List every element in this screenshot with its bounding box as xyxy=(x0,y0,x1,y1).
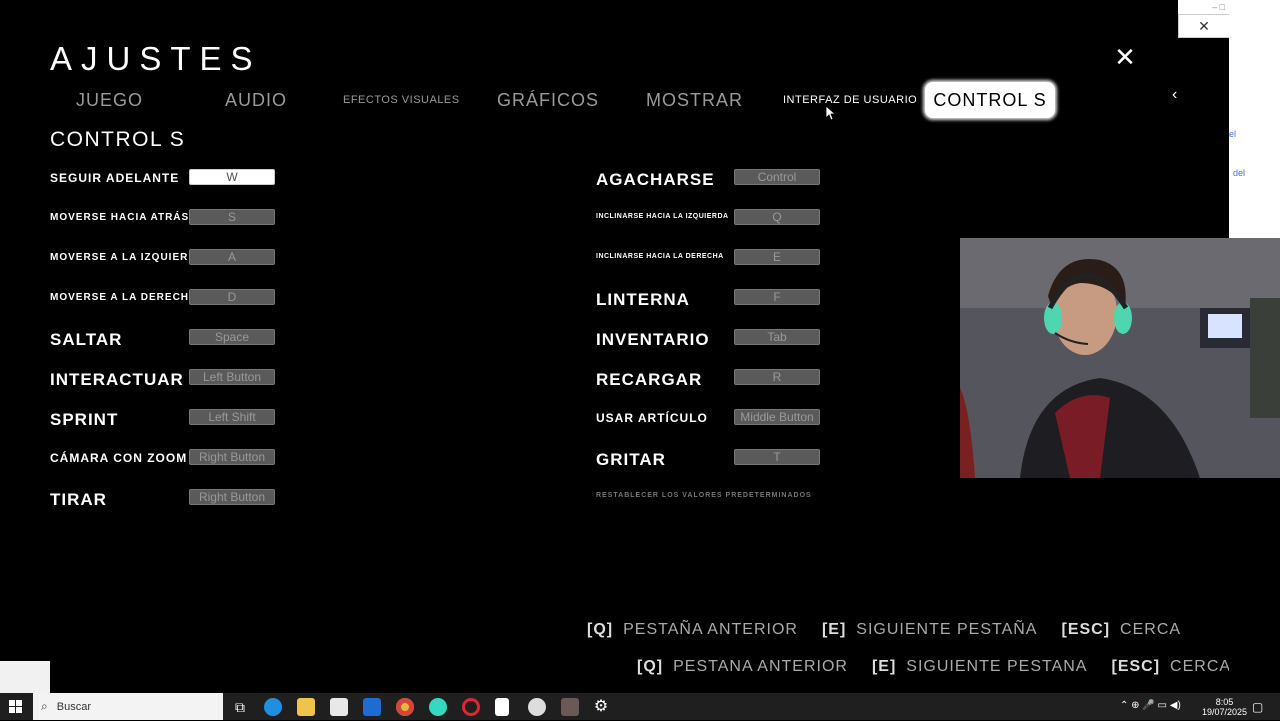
window-titlebar: – □ xyxy=(1178,0,1229,14)
action-label: USAR ARTÍCULO xyxy=(596,411,708,425)
action-label: MOVERSE HACIA ATRÁS xyxy=(50,212,190,223)
key-binding-button[interactable]: Right Button xyxy=(189,449,275,465)
webcam-overlay xyxy=(960,238,1280,478)
section-title: CONTROL S xyxy=(50,128,186,151)
key-binding-button[interactable]: D xyxy=(189,289,275,305)
webcam-person-image xyxy=(960,238,1280,478)
key-binding-button[interactable]: Middle Button xyxy=(734,409,820,425)
key-binding-button[interactable]: Control xyxy=(734,169,820,185)
action-label: TIRAR xyxy=(50,490,107,509)
key-binding-button[interactable]: S xyxy=(189,209,275,225)
chrome-icon[interactable] xyxy=(396,698,414,716)
page-title: AJUSTES xyxy=(50,40,262,77)
clock[interactable]: 8:05 19/07/2025 xyxy=(1202,697,1247,717)
action-label: RECARGAR xyxy=(596,370,703,389)
game-app-icon[interactable] xyxy=(561,698,579,716)
tab-audio[interactable]: AUDIO xyxy=(225,90,287,111)
action-label: SALTAR xyxy=(50,330,123,349)
edge-browser-icon[interactable] xyxy=(264,698,282,716)
key-binding-button[interactable]: Space xyxy=(189,329,275,345)
tab-controls-active[interactable]: CONTROL S xyxy=(925,82,1055,118)
footer-close[interactable]: CERCA xyxy=(1170,658,1229,675)
tab-graficos[interactable]: GRÁFICOS xyxy=(497,90,599,111)
tab-interfaz-de-usuario[interactable]: INTERFAZ DE USUARIO xyxy=(783,94,917,106)
link[interactable]: del xyxy=(1233,168,1245,178)
clock-date: 19/07/2025 xyxy=(1202,707,1248,717)
key-binding-button[interactable]: A xyxy=(189,249,275,265)
file-explorer-icon[interactable] xyxy=(297,698,315,716)
document-icon[interactable] xyxy=(495,698,509,716)
action-label: CÁMARA CON ZOOM xyxy=(50,451,188,465)
key-binding-button[interactable]: R xyxy=(734,369,820,385)
search-icon: ⌕ xyxy=(41,699,48,713)
key-binding-button[interactable]: Left Shift xyxy=(189,409,275,425)
action-label: SPRINT xyxy=(50,410,119,429)
link[interactable]: el xyxy=(1229,129,1236,139)
key-binding-button[interactable]: Left Button xyxy=(189,369,275,385)
footer-next-tab[interactable]: SIGUIENTE PESTAÑA xyxy=(856,621,1037,638)
key-binding-button[interactable]: T xyxy=(734,449,820,465)
action-label: LINTERNA xyxy=(596,290,690,309)
settings-gear-icon[interactable]: ⚙ xyxy=(592,698,610,716)
action-label: MOVERSE A LA IZQUIERDA xyxy=(50,252,205,263)
windows-start-icon[interactable] xyxy=(9,700,23,714)
tab-mostrar[interactable]: MOSTRAR xyxy=(646,90,743,111)
app-icon[interactable] xyxy=(429,698,447,716)
notifications-icon[interactable]: ▢ xyxy=(1252,700,1263,714)
system-tray-icons[interactable]: ⌃ ⊕ 🎤 ▭ ◀) xyxy=(1120,700,1181,711)
footer-esc-key[interactable]: [ESC] xyxy=(1061,621,1110,638)
background-window: el del xyxy=(1229,0,1280,238)
task-view-icon[interactable]: ⧉ xyxy=(231,698,249,716)
action-label: INCLINARSE HACIA LA DERECHA xyxy=(596,253,724,260)
key-binding-button[interactable]: Tab xyxy=(734,329,820,345)
outlook-icon[interactable] xyxy=(363,698,381,716)
footer-q-key[interactable]: [Q] xyxy=(587,621,613,638)
action-label: GRITAR xyxy=(596,450,666,469)
action-label: AGACHARSE xyxy=(596,170,715,189)
key-binding-button[interactable]: E xyxy=(734,249,820,265)
footer-hints: [Q] PESTANA ANTERIOR [E] SIGUIENTE PESTANA [… xyxy=(637,658,1229,676)
key-binding-button[interactable]: Q xyxy=(734,209,820,225)
mouse-cursor-icon xyxy=(826,106,836,121)
footer-e-key[interactable]: [E] xyxy=(872,658,896,675)
key-binding-button[interactable]: F xyxy=(734,289,820,305)
action-label: INTERACTUAR xyxy=(50,370,184,389)
search-placeholder: Buscar xyxy=(56,701,92,713)
reset-defaults-button[interactable]: RESTABLECER LOS VALORES PREDETERMINADOS xyxy=(596,492,812,499)
key-binding-button[interactable]: W xyxy=(189,169,275,185)
footer-prev-tab[interactable]: PESTANA ANTERIOR xyxy=(673,658,848,675)
tab-efectos-visuales[interactable]: EFECTOS VISUALES xyxy=(343,94,460,106)
key-binding-button[interactable]: Right Button xyxy=(189,489,275,505)
close-icon[interactable]: ✕ xyxy=(1112,44,1138,70)
window-close-icon[interactable]: ✕ xyxy=(1178,14,1230,38)
footer-hints: [Q] PESTAÑA ANTERIOR [E] SIGUIENTE PESTAÑA [… xyxy=(587,621,1181,639)
footer-close[interactable]: CERCA xyxy=(1120,621,1181,638)
opera-icon[interactable] xyxy=(462,698,480,716)
obs-icon[interactable] xyxy=(528,698,546,716)
chevron-left-icon[interactable]: ‹ xyxy=(1172,86,1177,104)
footer-next-tab[interactable]: SIGUIENTE PESTANA xyxy=(906,658,1087,675)
action-label: MOVERSE A LA DERECHA xyxy=(50,292,198,303)
desktop-panel xyxy=(0,661,50,693)
store-icon[interactable] xyxy=(330,698,348,716)
footer-e-key[interactable]: [E] xyxy=(822,621,846,638)
action-label: INCLINARSE HACIA LA IZQUIERDA xyxy=(596,213,729,220)
tab-juego[interactable]: JUEGO xyxy=(76,90,143,111)
footer-esc-key[interactable]: [ESC] xyxy=(1111,658,1160,675)
footer-prev-tab[interactable]: PESTAÑA ANTERIOR xyxy=(623,621,798,638)
action-label: SEGUIR ADELANTE xyxy=(50,171,180,185)
clock-time: 8:05 xyxy=(1215,697,1234,707)
footer-q-key[interactable]: [Q] xyxy=(637,658,663,675)
action-label: INVENTARIO xyxy=(596,330,710,349)
taskbar-search-input[interactable]: ⌕ Buscar xyxy=(33,693,223,720)
